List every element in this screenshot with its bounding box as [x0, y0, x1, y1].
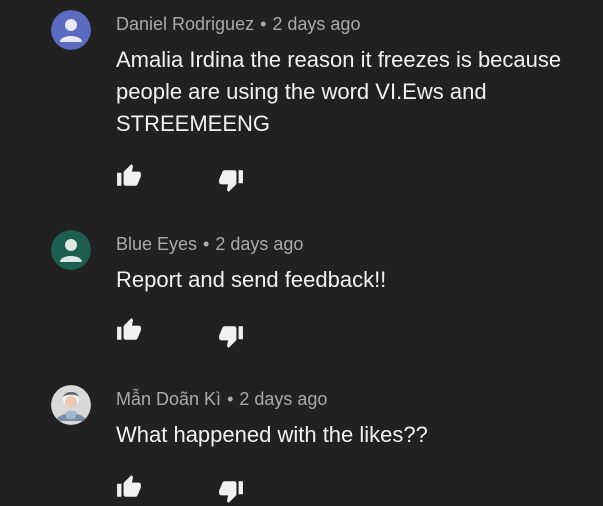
comment-timestamp[interactable]: 2 days ago: [239, 389, 327, 409]
comment-meta: Mẫn Doãn Kì • 2 days ago: [116, 388, 327, 410]
comment-text: What happened with the likes??: [116, 422, 428, 447]
separator-dot: •: [227, 389, 234, 409]
avatar[interactable]: [51, 10, 91, 50]
author-name[interactable]: Blue Eyes: [116, 234, 197, 254]
comment-timestamp[interactable]: 2 days ago: [215, 234, 303, 254]
comment-meta: Daniel Rodriguez • 2 days ago: [116, 13, 360, 35]
thumb-down-icon: [219, 170, 243, 192]
dislike-button[interactable]: [218, 323, 246, 351]
comment-text: Report and send feedback!!: [116, 267, 387, 292]
author-name[interactable]: Mẫn Doãn Kì: [116, 389, 221, 409]
separator-dot: •: [260, 14, 267, 34]
avatar[interactable]: [51, 230, 91, 270]
like-button[interactable]: [116, 163, 144, 191]
thumb-up-icon: [117, 164, 141, 186]
author-name[interactable]: Daniel Rodriguez: [116, 14, 254, 34]
thumb-up-icon: [117, 318, 141, 340]
comment-timestamp[interactable]: 2 days ago: [272, 14, 360, 34]
default-person-icon: [51, 10, 91, 50]
comment-meta: Blue Eyes • 2 days ago: [116, 233, 303, 255]
thumb-up-icon: [117, 475, 141, 497]
thumb-down-icon: [219, 481, 243, 503]
default-person-icon: [51, 230, 91, 270]
avatar[interactable]: [51, 385, 91, 425]
dislike-button[interactable]: [218, 167, 246, 195]
dislike-button[interactable]: [218, 478, 246, 506]
thumb-down-icon: [219, 326, 243, 348]
like-button[interactable]: [116, 317, 144, 345]
photo-avatar: [51, 385, 91, 425]
separator-dot: •: [203, 234, 210, 254]
like-button[interactable]: [116, 474, 144, 502]
comment-text: Amalia Irdina the reason it freezes is b…: [116, 47, 562, 136]
